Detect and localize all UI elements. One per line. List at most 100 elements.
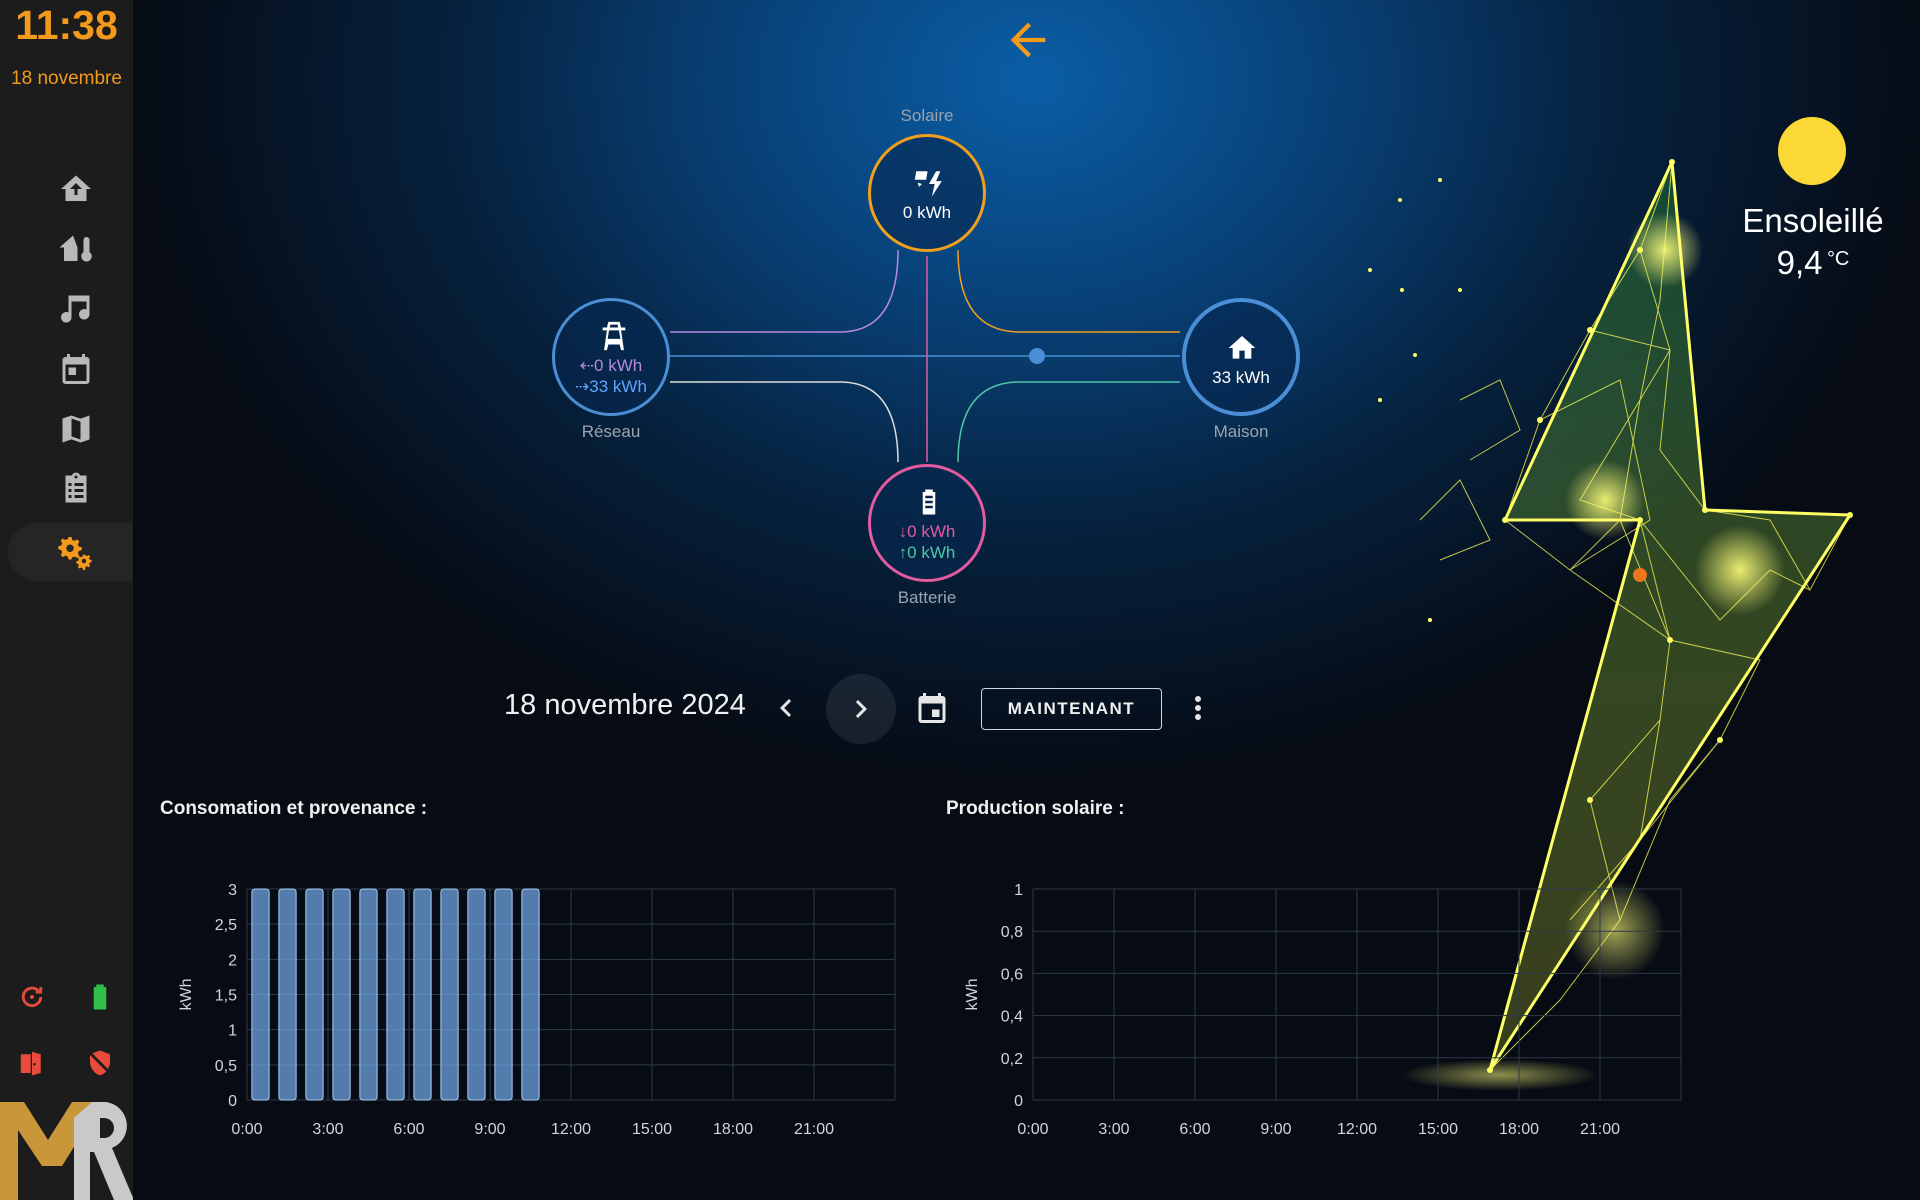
- home-label: Maison: [1213, 422, 1269, 441]
- grid-label: Réseau: [581, 422, 641, 441]
- battery-full-icon: [922, 489, 936, 515]
- y-tick-label: 1: [1014, 882, 1023, 899]
- y-tick-label: 3: [228, 882, 237, 899]
- home-node[interactable]: 33 kWh: [1182, 298, 1300, 416]
- door-open-icon[interactable]: [17, 1048, 47, 1078]
- chevron-right-icon: [855, 700, 867, 718]
- dots-vertical-icon: [1195, 696, 1201, 720]
- home-value: 33 kWh: [1212, 368, 1270, 387]
- x-tick-label: 3:00: [1098, 1121, 1129, 1138]
- bar-10:00[interactable]: [521, 888, 540, 1101]
- home-share-icon[interactable]: [58, 171, 94, 207]
- sun-icon: [1778, 117, 1846, 185]
- weather-condition: Ensoleillé: [1742, 202, 1884, 239]
- y-tick-label: 0,2: [1001, 1051, 1023, 1068]
- battery-out: ↑0 kWh: [898, 543, 956, 562]
- solar-power-icon: [914, 171, 942, 197]
- arrow-left-icon[interactable]: [1002, 14, 1054, 66]
- calendar-icon[interactable]: [58, 351, 94, 387]
- next-day-button[interactable]: [826, 674, 896, 744]
- x-tick-label: 21:00: [1580, 1121, 1620, 1138]
- previous-day-button[interactable]: [768, 690, 808, 726]
- x-tick-label: 9:00: [1260, 1121, 1291, 1138]
- mr-logo: [0, 1102, 133, 1200]
- y-axis-label: kWh: [964, 979, 981, 1011]
- bar-5:00[interactable]: [386, 888, 405, 1101]
- x-tick-label: 3:00: [312, 1121, 343, 1138]
- grid-export: ⇢33 kWh: [575, 377, 647, 396]
- battery-node[interactable]: ↓0 kWh ↑0 kWh: [868, 464, 986, 582]
- x-tick-label: 12:00: [551, 1121, 591, 1138]
- calendar-icon: [918, 693, 946, 723]
- shield-off-icon[interactable]: [85, 1048, 115, 1078]
- battery-in-value: 0 kWh: [907, 522, 956, 541]
- x-tick-label: 18:00: [1499, 1121, 1539, 1138]
- clipboard-list-icon[interactable]: [58, 471, 94, 507]
- y-tick-label: 0: [1014, 1093, 1023, 1110]
- solar-production-chart: 0 0,2 0,4 0,6 0,8 1 0:00 3:00 6:00 9:00 12:00 15:00…: [964, 882, 1682, 1138]
- x-tick-label: 6:00: [393, 1121, 424, 1138]
- solar-value: 0 kWh: [902, 203, 952, 222]
- solar-label: Solaire: [900, 106, 954, 125]
- battery-out-value: 0 kWh: [907, 543, 956, 562]
- y-tick-label: 0,5: [215, 1058, 237, 1075]
- y-axis-label: kWh: [178, 979, 195, 1011]
- chevron-left-icon: [780, 699, 792, 717]
- y-tick-label: 2,5: [215, 917, 237, 934]
- x-tick-label: 9:00: [474, 1121, 505, 1138]
- y-tick-label: 0,4: [1001, 1009, 1023, 1026]
- x-tick-label: 0:00: [231, 1121, 262, 1138]
- consumption-chart-title: Consomation et provenance :: [160, 798, 428, 819]
- grid-export-value: 33 kWh: [589, 377, 647, 396]
- y-tick-label: 0,6: [1001, 966, 1023, 983]
- temperature-unit: °C: [1826, 248, 1850, 270]
- solar-chart-title: Production solaire :: [946, 798, 1125, 819]
- home-thermometer-icon[interactable]: [58, 231, 94, 267]
- cogs-icon[interactable]: [8, 523, 133, 581]
- bar-9:00[interactable]: [494, 888, 513, 1101]
- calendar-picker-button[interactable]: [914, 690, 952, 728]
- bar-8:00[interactable]: [467, 888, 486, 1101]
- consumption-chart: 0 0,5 1 1,5 2 2,5 3 0:00 3:00 6:00 9:00 12:00 15:00 1…: [178, 882, 896, 1138]
- x-tick-label: 15:00: [632, 1121, 672, 1138]
- home-icon: [1228, 336, 1256, 359]
- y-tick-label: 0,8: [1001, 924, 1023, 941]
- bar-4:00[interactable]: [359, 888, 378, 1101]
- refresh-alert-icon[interactable]: [17, 982, 47, 1012]
- y-tick-label: 0: [228, 1093, 237, 1110]
- x-tick-label: 15:00: [1418, 1121, 1458, 1138]
- battery-in: ↓0 kWh: [898, 522, 956, 541]
- grid-import: ⇠0 kWh: [579, 356, 643, 375]
- y-tick-label: 1: [228, 1023, 237, 1040]
- bar-0:00[interactable]: [251, 888, 270, 1101]
- grid-node[interactable]: ⇠0 kWh ⇢33 kWh: [552, 298, 670, 416]
- energy-flow-card: Solaire 0 kWh ⇠0 kWh ⇢33 kWh Réseau 33 k…: [540, 100, 1320, 620]
- transmission-tower-icon: [602, 321, 626, 351]
- weather-temperature: 9,4 °C: [1700, 244, 1920, 282]
- selected-date: 18 novembre 2024: [504, 689, 746, 721]
- clock-date: 18 novembre: [11, 68, 122, 89]
- now-button[interactable]: MAINTENANT: [981, 688, 1162, 730]
- solar-node[interactable]: 0 kWh: [868, 134, 986, 252]
- bar-2:00[interactable]: [305, 888, 324, 1101]
- bar-3:00[interactable]: [332, 888, 351, 1101]
- bar-7:00[interactable]: [440, 888, 459, 1101]
- more-options-button[interactable]: [1180, 690, 1216, 728]
- y-tick-label: 1,5: [215, 988, 237, 1005]
- temperature-value: 9,4: [1776, 244, 1823, 281]
- x-tick-label: 18:00: [713, 1121, 753, 1138]
- x-tick-label: 6:00: [1179, 1121, 1210, 1138]
- sidebar: 11:38 18 novembre: [0, 0, 133, 1200]
- grid-import-value: 0 kWh: [594, 356, 643, 375]
- map-icon[interactable]: [58, 411, 94, 447]
- clock-time: 11:38: [15, 2, 118, 48]
- battery-label: Batterie: [897, 588, 957, 607]
- x-tick-label: 12:00: [1337, 1121, 1377, 1138]
- battery-icon: [85, 982, 115, 1012]
- music-icon[interactable]: [58, 291, 94, 327]
- bar-1:00[interactable]: [278, 888, 297, 1101]
- x-tick-label: 0:00: [1017, 1121, 1048, 1138]
- y-tick-label: 2: [228, 952, 237, 969]
- bar-6:00[interactable]: [413, 888, 432, 1101]
- x-tick-label: 21:00: [794, 1121, 834, 1138]
